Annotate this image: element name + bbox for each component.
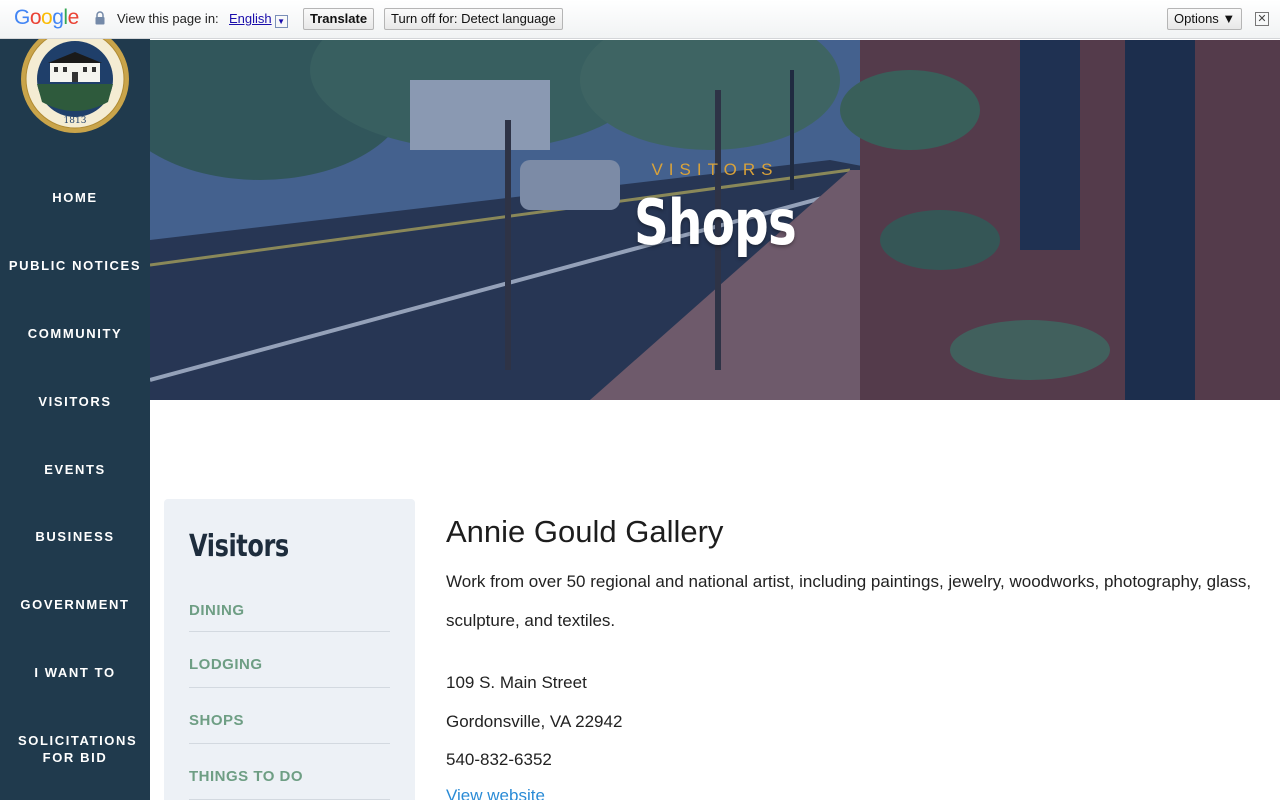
- svg-text:1813: 1813: [64, 116, 87, 126]
- subnav-item-lodging[interactable]: LODGING: [189, 656, 390, 688]
- sidebar: 1813 HOME PUBLIC NOTICES COMMUNITY VISIT…: [0, 0, 150, 800]
- shop-phone[interactable]: 540-832-6352: [446, 750, 552, 770]
- turn-off-button[interactable]: Turn off for: Detect language: [384, 8, 563, 30]
- subnav-item-dining[interactable]: DINING: [189, 602, 390, 632]
- lock-icon: [95, 11, 105, 25]
- nav-visitors[interactable]: VISITORS: [0, 393, 150, 410]
- shop-description: Work from over 50 regional and national …: [446, 572, 1252, 630]
- shop-city: Gordonsville, VA 22942: [446, 712, 623, 731]
- view-website-link[interactable]: View website: [446, 786, 545, 800]
- nav-solicitations-for-bid[interactable]: SOLICITATIONS FOR BID: [0, 732, 150, 766]
- nav-community[interactable]: COMMUNITY: [0, 325, 150, 342]
- nav-home[interactable]: HOME: [0, 189, 150, 206]
- town-seal-logo[interactable]: 1813: [20, 24, 130, 134]
- hero-banner: VISITORS Shops: [150, 0, 1280, 400]
- google-logo: Google: [14, 6, 79, 29]
- translate-button[interactable]: Translate: [303, 8, 375, 30]
- nav-i-want-to[interactable]: I WANT TO: [0, 664, 150, 681]
- nav-public-notices[interactable]: PUBLIC NOTICES: [0, 257, 150, 274]
- page-title: Shops: [634, 186, 797, 259]
- nav-events[interactable]: EVENTS: [0, 461, 150, 478]
- translate-bar: Google View this page in: English ▼ Trans…: [0, 0, 1280, 39]
- translate-prompt: View this page in:: [117, 11, 219, 26]
- shop-street: 109 S. Main Street: [446, 673, 587, 692]
- subnav-item-label: DINING: [189, 602, 245, 619]
- subnav-item-label: SHOPS: [189, 712, 245, 729]
- subnav-title: Visitors: [189, 529, 289, 564]
- language-label: English: [229, 11, 272, 26]
- section-subnav: Visitors DINING LODGING SHOPS THINGS TO …: [164, 499, 415, 800]
- subnav-item-things-to-do[interactable]: THINGS TO DO: [189, 768, 390, 800]
- nav-government[interactable]: GOVERNMENT: [0, 596, 150, 613]
- shop-name: Annie Gould Gallery: [446, 514, 724, 549]
- nav-business[interactable]: BUSINESS: [0, 528, 150, 545]
- hero-eyebrow: VISITORS: [651, 160, 779, 179]
- close-icon[interactable]: ✕: [1255, 12, 1269, 26]
- chevron-down-icon: ▼: [274, 15, 288, 28]
- language-select[interactable]: English ▼: [229, 11, 288, 28]
- subnav-item-shops[interactable]: SHOPS: [189, 712, 390, 744]
- subnav-item-label: THINGS TO DO: [189, 768, 304, 785]
- options-button[interactable]: Options ▼: [1167, 8, 1243, 30]
- subnav-item-label: LODGING: [189, 656, 263, 673]
